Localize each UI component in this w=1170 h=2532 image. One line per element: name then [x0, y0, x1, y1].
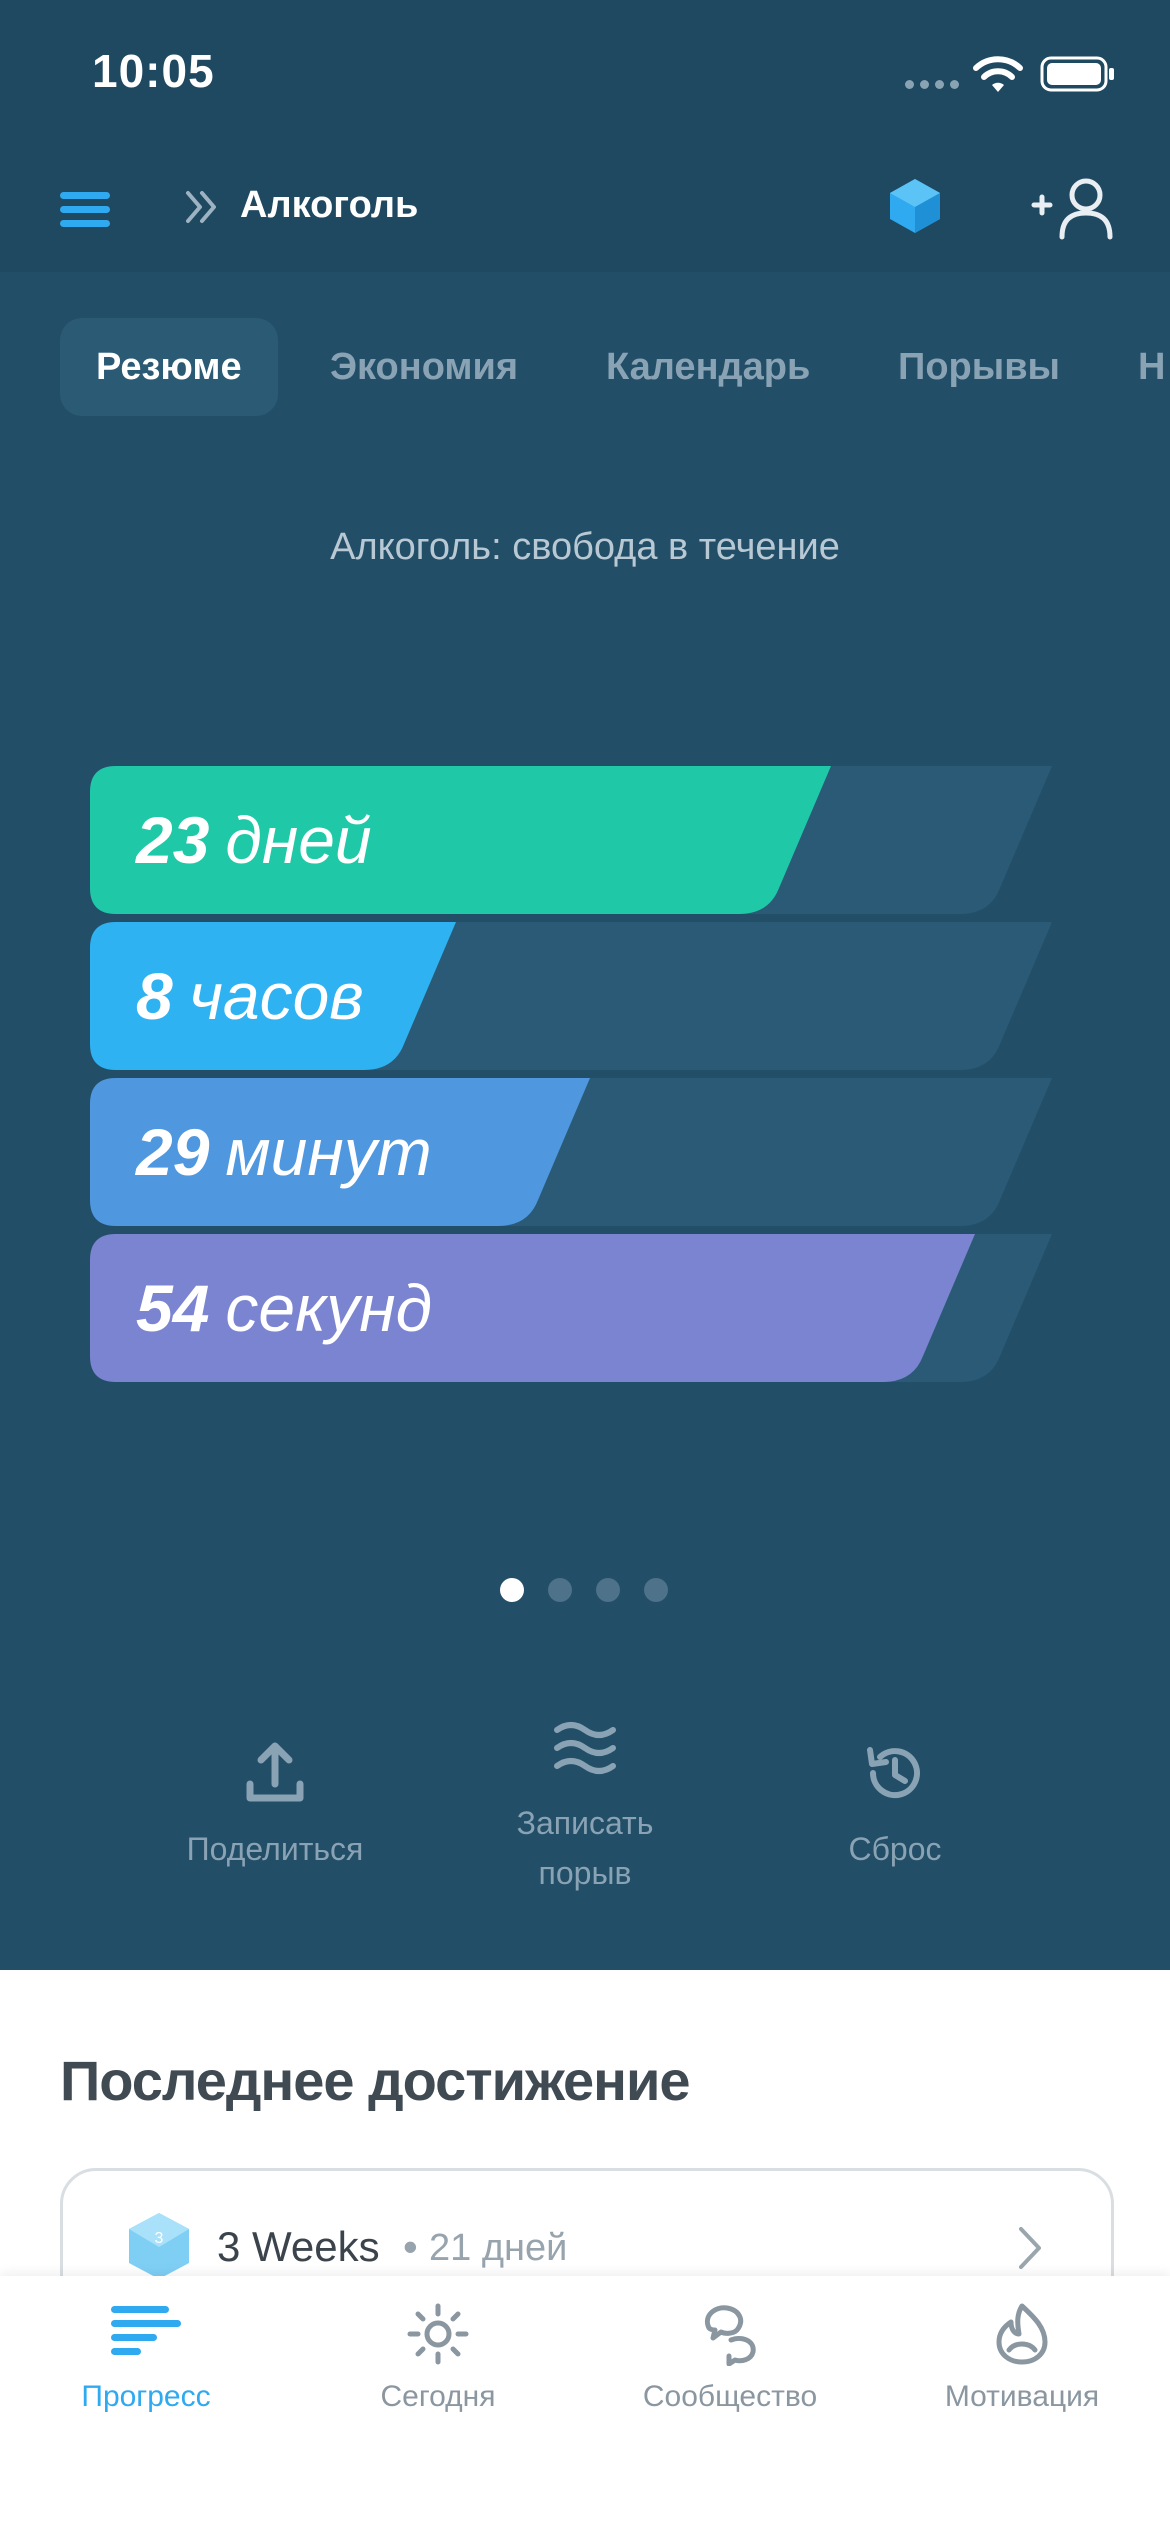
counter-bar: 29 минут — [90, 1078, 1052, 1226]
counter-value: 54 — [136, 1271, 210, 1345]
wifi-icon — [973, 56, 1023, 92]
achievement-badge-icon: 3 — [129, 2213, 189, 2279]
counter-unit: минут — [225, 1115, 432, 1189]
counter-value: 29 — [136, 1115, 210, 1189]
tabbar-motivation[interactable]: Мотивация — [876, 2302, 1168, 2414]
bottom-tab-bar: Прогресс Сегодня Сообщество Мотивация — [0, 2276, 1170, 2532]
tabbar-motivation-label: Мотивация — [944, 2380, 1100, 2413]
reset-button[interactable]: Сброс — [790, 1740, 1000, 1874]
tab-calendar[interactable]: Календарь — [606, 318, 810, 416]
history-icon — [867, 1747, 920, 1799]
chat-bubbles-icon — [705, 2305, 756, 2366]
header-band — [0, 0, 1170, 272]
achievement-title: 3 Weeks — [217, 2223, 380, 2270]
counter-bar: 54 секунд — [90, 1234, 1052, 1382]
page-dot[interactable] — [644, 1578, 668, 1602]
chevron-right-icon — [1019, 2227, 1041, 2269]
tabbar-community[interactable]: Сообщество — [584, 2302, 876, 2414]
premium-hexagon-icon[interactable] — [887, 177, 943, 235]
achievement-badge-number: 3 — [155, 2230, 164, 2247]
counter-unit: дней — [225, 803, 372, 877]
counter-text: 8 часов — [136, 922, 364, 1070]
battery-icon — [1040, 56, 1114, 92]
menu-icon[interactable] — [58, 190, 112, 230]
status-time: 10:05 — [92, 45, 215, 97]
counter-bar: 8 часов — [90, 922, 1052, 1070]
tab-more[interactable]: Н — [1138, 318, 1165, 416]
add-user-icon[interactable] — [1030, 175, 1116, 241]
page-dot[interactable] — [500, 1578, 524, 1602]
record-label-line1: Записать — [516, 1805, 654, 1841]
page-dot[interactable] — [596, 1578, 620, 1602]
achievement-separator: • — [403, 2223, 418, 2270]
tab-summary[interactable]: Резюме — [60, 318, 278, 416]
counter-unit: часов — [188, 959, 364, 1033]
tab-cravings[interactable]: Порывы — [898, 318, 1060, 416]
page-dot[interactable] — [548, 1578, 572, 1602]
counter-bar: 23 дней — [90, 766, 1052, 914]
tabbar-community-label: Сообщество — [642, 2380, 818, 2413]
tab-savings[interactable]: Экономия — [330, 318, 518, 416]
flame-icon — [996, 2303, 1048, 2365]
tabbar-today[interactable]: Сегодня — [292, 2302, 584, 2414]
double-chevron-right-icon — [186, 191, 216, 223]
tabbar-progress-label: Прогресс — [81, 2380, 211, 2413]
counter-text: 29 минут — [136, 1078, 432, 1226]
record-craving-button[interactable]: Записать порыв — [480, 1718, 690, 1898]
tabbar-progress[interactable]: Прогресс — [0, 2302, 292, 2414]
counter-unit: секунд — [225, 1271, 433, 1345]
waves-icon — [554, 1722, 616, 1774]
counter-text: 23 дней — [136, 766, 372, 914]
achievement-subtitle: 21 дней — [429, 2227, 568, 2269]
signal-icon — [905, 80, 959, 90]
counter-text: 54 секунд — [136, 1234, 432, 1382]
reset-label: Сброс — [848, 1831, 942, 1867]
counter-value: 8 — [136, 959, 173, 1033]
progress-bars-icon — [111, 2306, 181, 2355]
counter-value: 23 — [136, 803, 210, 877]
page-indicator[interactable] — [500, 1578, 680, 1602]
freedom-caption: Алкоголь: свобода в течение — [330, 526, 840, 568]
tabbar-today-label: Сегодня — [380, 2380, 496, 2413]
share-label: Поделиться — [186, 1831, 364, 1867]
record-label-line2: порыв — [538, 1855, 632, 1891]
section-title: Последнее достижение — [60, 2049, 691, 2112]
share-button[interactable]: Поделиться — [170, 1740, 380, 1874]
nav-title[interactable]: Алкоголь — [240, 184, 418, 227]
sun-icon — [407, 2303, 469, 2365]
share-icon — [246, 1742, 304, 1802]
